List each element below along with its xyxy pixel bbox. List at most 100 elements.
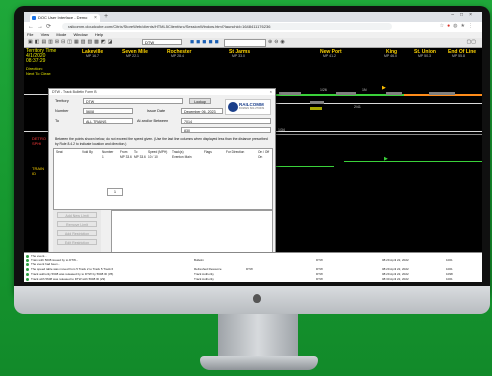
territory-clock: 08:37:29 [26, 58, 46, 64]
add-restriction-button[interactable]: Add Restriction [57, 230, 97, 236]
log-type: Track Authority [194, 272, 214, 276]
station-seven-mile-mp: MP 22.1 [126, 54, 139, 58]
grid-header: Seat [56, 150, 63, 154]
status-dot-icon [26, 272, 29, 276]
track-block[interactable] [429, 92, 455, 95]
add-limit-button[interactable]: Add New Limit [57, 212, 97, 218]
dialog-close-icon[interactable]: × [270, 89, 272, 95]
station-st-jarms-mp: MP 33.0 [232, 54, 245, 58]
grid-cell: MP 33.6 [134, 155, 146, 159]
signal-icon[interactable]: ▶ [384, 156, 388, 162]
grid-header: Number [102, 150, 114, 154]
log-message: The event had been... [31, 262, 61, 266]
new-tab-icon[interactable]: + [104, 13, 108, 20]
track-block[interactable] [279, 92, 301, 95]
grid-cell: 10 / 10 [148, 155, 158, 159]
log-id: 1001 [446, 277, 453, 281]
log-row[interactable]: Track authority 5608 was released by to … [26, 272, 480, 276]
menu-window[interactable]: Window [73, 32, 87, 37]
track-block[interactable] [310, 101, 324, 104]
menu-file[interactable]: File [27, 32, 33, 37]
green-track-2[interactable] [344, 161, 482, 162]
at-field-2[interactable]: 830 [181, 127, 271, 133]
browser-tab-bar: DOC User Interface - Demo × + –□× [24, 12, 482, 22]
toolbar-icons-blue[interactable]: ◼◼◼◼◼ [190, 39, 221, 45]
track-label: 1N [362, 88, 367, 92]
url-field[interactable]: railcomm.cloudcube.com/Citrix/StoreWeb/c… [62, 23, 392, 30]
at-field-1[interactable]: 7014 [181, 118, 271, 124]
station-end-of-line-mp: MP 55.8 [452, 54, 465, 58]
browser-tab[interactable]: DOC User Interface - Demo × [30, 14, 100, 22]
status-dot-icon [26, 262, 29, 266]
next-to-clear-label: Next To Clear: [26, 71, 52, 76]
window-controls[interactable]: –□× [451, 12, 478, 18]
track-block[interactable] [336, 92, 356, 95]
apple-logo-icon [253, 294, 261, 303]
grid-cell: Eventon Main [172, 155, 192, 159]
issue-date-label: Issue Date [147, 109, 166, 113]
track-block-occupied[interactable] [310, 107, 322, 110]
toolbar-icons[interactable]: ▣◧▤▥⊞⊟◫▦▧▨▩◩◪ [28, 39, 114, 45]
sphi-label: SPHI [32, 141, 42, 146]
station-king-mp: MP 46.0 [384, 54, 397, 58]
station-st-union-mp: MP 50.3 [418, 54, 431, 58]
log-id: 1001 [446, 267, 453, 271]
page-number-box[interactable]: 1 [107, 188, 123, 196]
instruction-text: Between the points shown below, do not e… [55, 137, 268, 146]
station-lakeville-mp: MP 16.7 [86, 54, 99, 58]
app-toolbar: ▣◧▤▥⊞⊟◫▦▧▨▩◩◪ DTW ◼◼◼◼◼ ⊕⊖◉ ▢▢ [24, 38, 482, 48]
number-field[interactable]: 5608 [83, 108, 133, 114]
monitor-chin [14, 286, 490, 314]
log-time: 08:30 April 22, 2022 [382, 277, 409, 281]
log-user: DTW [316, 277, 323, 281]
train-id-label: ID [32, 171, 36, 176]
signal-icon[interactable]: ▶ [382, 85, 386, 91]
grid-header: Track(s) [172, 150, 184, 154]
territory-select[interactable]: DTW [142, 39, 182, 45]
grid-header: Flags [204, 150, 212, 154]
edit-restriction-button[interactable]: Edit Restriction [57, 239, 97, 245]
tab-favicon-icon [32, 16, 36, 20]
grid-cell: On [258, 155, 263, 159]
toolbar-right-icons[interactable]: ▢▢ [467, 39, 476, 45]
dialog-title: DTW - Track Bulletin Form B × [49, 89, 275, 95]
territory-field[interactable]: DTW [83, 98, 183, 104]
status-dot-icon [26, 267, 29, 271]
grid-header: On / Off [258, 150, 270, 154]
railcomm-logo: RAILCOMM DOMAIN SOLUTIONS [225, 99, 271, 115]
track-label: 1/26 [320, 88, 327, 92]
menu-view[interactable]: View [41, 32, 50, 37]
nav-buttons[interactable]: ←→⟳ [28, 23, 54, 30]
log-user: DTW [316, 267, 323, 271]
siding-track[interactable] [274, 134, 482, 135]
menu-help[interactable]: Help [95, 32, 103, 37]
dialog-title-text: DTW - Track Bulletin Form B [52, 90, 97, 94]
number-label: Number [55, 109, 69, 113]
track-block[interactable] [386, 92, 402, 95]
log-row[interactable]: The speed table was moved from 5 Track 2… [26, 267, 480, 271]
to-field[interactable]: ALL TRAINS [83, 118, 133, 124]
at-between-label: At and/or Between [137, 119, 169, 123]
track-label: 1/34 [278, 128, 285, 132]
grid-header: To [134, 150, 138, 154]
log-row[interactable]: The event had been... [26, 262, 480, 266]
remarks-box[interactable] [111, 210, 273, 254]
grid-header: Void By [82, 150, 93, 154]
green-track-1[interactable] [274, 166, 334, 167]
remove-limit-button[interactable]: Remove Limit [57, 221, 97, 227]
restriction-grid[interactable]: Seat Void By Number From To Speed (MPH) … [53, 148, 273, 210]
log-row[interactable]: Track with 5608 was released to DTW with… [26, 277, 480, 281]
main-track-2[interactable] [274, 103, 482, 104]
zoom-icons[interactable]: ⊕⊖◉ [268, 39, 287, 45]
menu-mode[interactable]: Mode [56, 32, 66, 37]
toolbar-search-input[interactable] [224, 39, 266, 47]
lookup-button[interactable]: Lookup [189, 98, 211, 104]
to-label: To [55, 119, 60, 123]
event-log: The event... Train with 5608 issued by t… [24, 252, 482, 282]
screen: DOC User Interface - Demo × + –□× ←→⟳ ra… [24, 12, 482, 282]
station-new-port-mp: MP 41.2 [323, 54, 336, 58]
tab-title: DOC User Interface - Demo [38, 15, 88, 20]
tab-close-icon[interactable]: × [94, 14, 97, 22]
extension-icons[interactable]: ☆●◍★⋮ [440, 23, 476, 29]
issue-date-field[interactable]: December 06, 2023 [181, 108, 223, 114]
